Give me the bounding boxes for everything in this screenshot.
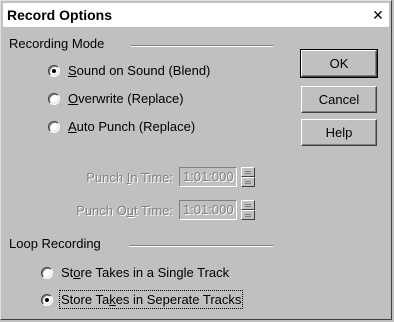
punch-out-time-spinner[interactable] — [241, 200, 255, 220]
radio-label: Auto Punch (Replace) — [68, 119, 196, 134]
dialog-title: Record Options — [7, 7, 113, 23]
punch-in-time-field[interactable]: 1:01:000 — [179, 167, 237, 187]
punch-in-time-spinner[interactable] — [241, 167, 255, 187]
record-options-dialog: Record Options ✕ Recording Mode Sound on… — [0, 0, 392, 320]
ok-button[interactable]: OK — [300, 49, 378, 78]
radio-label: Store Takes in Seperate Tracks — [58, 290, 244, 309]
recording-mode-label: Recording Mode — [9, 36, 113, 51]
radio-button[interactable] — [41, 266, 53, 279]
radio-separate-tracks[interactable]: Store Takes in Seperate Tracks — [41, 290, 244, 309]
help-button[interactable]: Help — [301, 119, 377, 146]
loop-recording-label: Loop Recording — [9, 236, 109, 251]
cancel-button[interactable]: Cancel — [301, 86, 377, 113]
radio-label: Store Takes in a Single Track — [61, 265, 230, 280]
punch-in-time-label: Punch In Time: — [86, 169, 173, 185]
punch-in-time-row: Punch In Time: 1:01:000 — [61, 167, 255, 187]
radio-label: Sound on Sound (Blend) — [68, 63, 211, 78]
spin-up-icon[interactable] — [241, 200, 255, 210]
radio-sound-on-sound[interactable]: Sound on Sound (Blend) — [48, 63, 210, 78]
spin-down-icon[interactable] — [241, 177, 255, 187]
spin-up-icon[interactable] — [241, 167, 255, 177]
radio-button[interactable] — [48, 92, 60, 105]
punch-out-time-field[interactable]: 1:01:000 — [179, 200, 237, 220]
radio-auto-punch[interactable]: Auto Punch (Replace) — [48, 119, 195, 134]
radio-single-track[interactable]: Store Takes in a Single Track — [41, 265, 229, 280]
title-bar: Record Options ✕ — [3, 3, 389, 27]
recording-mode-divider — [131, 45, 273, 47]
close-icon[interactable]: ✕ — [369, 7, 387, 23]
radio-button[interactable] — [48, 120, 60, 133]
radio-button[interactable] — [41, 293, 53, 306]
radio-button[interactable] — [48, 64, 60, 77]
punch-out-time-label: Punch Out Time: — [76, 202, 173, 218]
loop-recording-divider — [129, 245, 273, 247]
radio-label: Overwrite (Replace) — [68, 91, 184, 106]
spin-down-icon[interactable] — [241, 210, 255, 220]
radio-overwrite[interactable]: Overwrite (Replace) — [48, 91, 184, 106]
punch-out-time-row: Punch Out Time: 1:01:000 — [61, 200, 255, 220]
